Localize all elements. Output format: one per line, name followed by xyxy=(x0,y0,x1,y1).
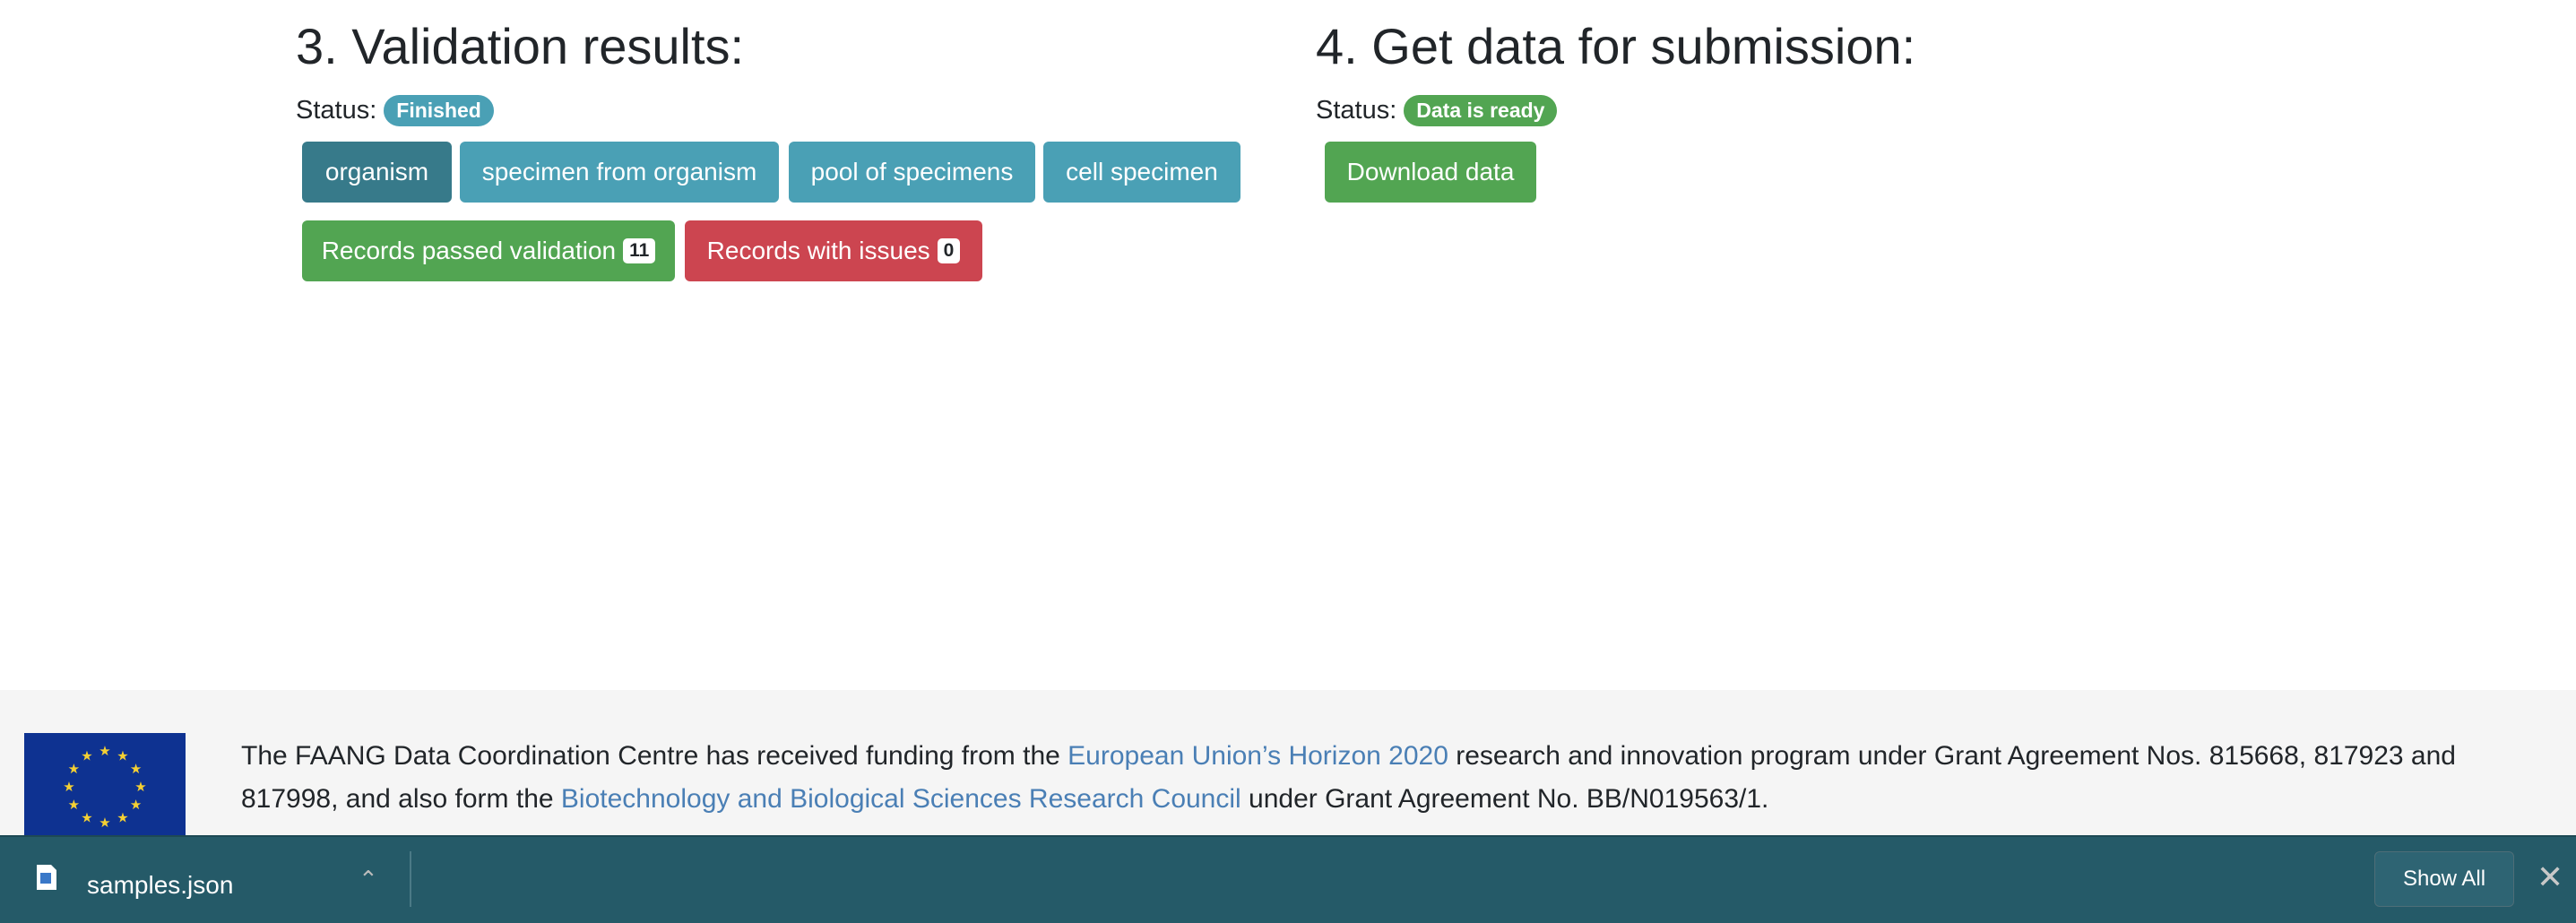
chevron-up-icon[interactable]: ⌃ xyxy=(359,866,378,893)
records-issues-button[interactable]: Records with issues 0 xyxy=(685,220,982,281)
bbsrc-link[interactable]: Biotechnology and Biological Sciences Re… xyxy=(561,784,1241,814)
star-icon: ★ xyxy=(81,748,92,763)
passed-count-badge: 11 xyxy=(623,238,656,263)
star-icon: ★ xyxy=(134,780,146,795)
validation-title: 3. Validation results: xyxy=(296,18,745,74)
download-bar: samples.json ⌃ Show All ✕ xyxy=(0,835,2576,923)
eu-flag-logo: ★ ★★★★★★★★★★★ xyxy=(24,733,186,841)
star-icon: ★ xyxy=(81,811,92,826)
star-icon: ★ xyxy=(68,762,80,777)
tab-cell-specimen[interactable]: cell specimen xyxy=(1043,142,1240,203)
star-icon: ★ xyxy=(63,780,74,795)
star-icon: ★ xyxy=(99,744,110,759)
star-icon: ★ xyxy=(117,748,128,763)
status-badge: Finished xyxy=(384,95,494,126)
star-icon: ★ xyxy=(117,811,128,826)
status-label: Status: xyxy=(1316,96,1397,125)
issues-count-badge: 0 xyxy=(937,238,961,263)
download-filename: samples.json xyxy=(87,871,234,899)
horizon-2020-link[interactable]: European Union’s Horizon 2020 xyxy=(1068,741,1448,771)
star-icon: ★ xyxy=(130,798,142,813)
download-item[interactable]: samples.json ⌃ xyxy=(0,837,409,923)
records-issues-label: Records with issues xyxy=(706,237,930,264)
tab-organism[interactable]: organism xyxy=(302,142,452,203)
close-icon[interactable]: ✕ xyxy=(2537,858,2563,896)
validation-status: Status: Finished xyxy=(296,95,494,126)
star-icon: ★ xyxy=(99,815,110,831)
file-icon xyxy=(37,865,56,890)
tab-specimen-from-organism[interactable]: specimen from organism xyxy=(460,142,779,203)
download-data-button[interactable]: Download data xyxy=(1325,142,1536,203)
records-passed-button[interactable]: Records passed validation 11 xyxy=(302,220,675,281)
star-icon: ★ xyxy=(68,798,80,813)
show-all-button[interactable]: Show All xyxy=(2374,851,2514,907)
records-passed-label: Records passed validation xyxy=(321,237,617,264)
submission-title: 4. Get data for submission: xyxy=(1316,18,1916,74)
funding-text: The FAANG Data Coordination Centre has r… xyxy=(241,741,2456,814)
star-icon: ★ xyxy=(130,762,142,777)
submission-status: Status: Data is ready xyxy=(1316,95,1558,126)
status-badge: Data is ready xyxy=(1404,95,1558,126)
separator xyxy=(410,851,411,907)
status-label: Status: xyxy=(296,96,377,125)
tab-pool-of-specimens[interactable]: pool of specimens xyxy=(789,142,1035,203)
